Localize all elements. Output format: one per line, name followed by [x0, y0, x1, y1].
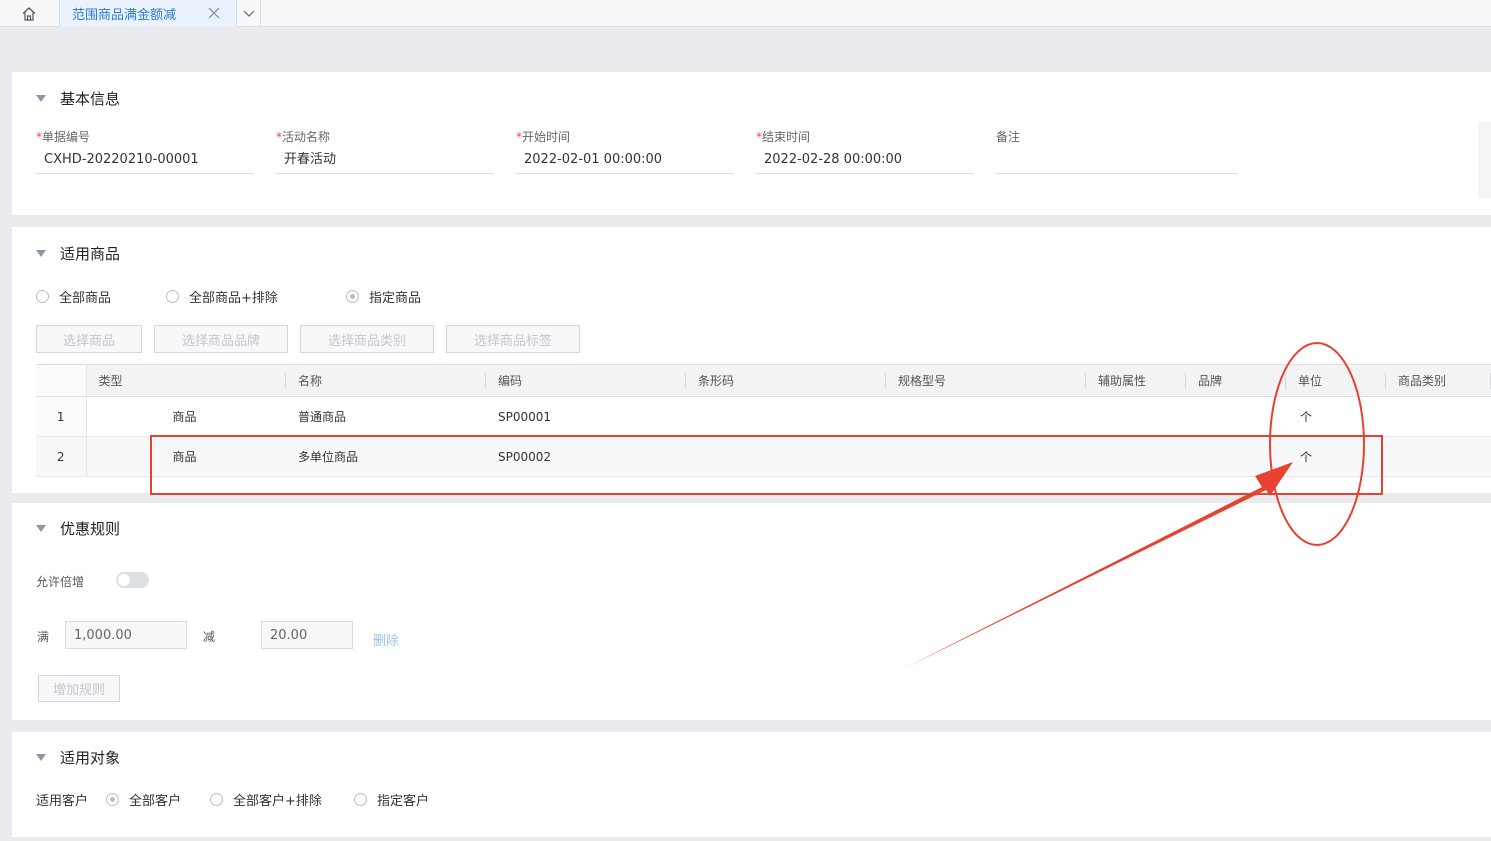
column-header[interactable]: 品牌 [1186, 364, 1286, 397]
radio-circle [166, 290, 179, 303]
collapse-triangle-icon [36, 754, 46, 761]
section-title: 适用对象 [60, 749, 121, 767]
cell-aux [1086, 436, 1186, 477]
cell-type: 商品 [86, 436, 286, 477]
cell-barcode [686, 396, 886, 437]
minus-label: 减 [203, 630, 216, 644]
delete-rule-link[interactable]: 删除 [373, 630, 399, 649]
field-label: 结束时间 [762, 130, 811, 144]
select-goods-button[interactable]: 选择商品 [36, 325, 142, 353]
radio-circle [210, 793, 223, 806]
select-tag-button[interactable]: 选择商品标签 [446, 325, 580, 353]
column-header[interactable]: 条形码 [686, 364, 886, 397]
cell-barcode [686, 436, 886, 477]
field-label: 开始时间 [522, 130, 571, 144]
radio-all-goods[interactable]: 全部商品 [36, 287, 111, 306]
allow-multiple-toggle[interactable] [116, 572, 149, 588]
field-label: 单据编号 [42, 130, 91, 144]
full-label: 满 [37, 630, 50, 644]
home-icon [22, 6, 36, 21]
table-row[interactable]: 1 商品 普通商品 SP00001 个 [36, 396, 1491, 437]
home-tab[interactable] [0, 0, 58, 27]
radio-circle-selected [106, 793, 119, 806]
allow-multiple-label: 允许倍增 [36, 575, 85, 589]
tab-more-button[interactable] [237, 0, 261, 27]
chevron-down-icon [243, 10, 254, 17]
cell-category [1386, 396, 1491, 437]
section-title: 基本信息 [60, 90, 121, 108]
customer-label: 适用客户 [36, 794, 89, 809]
index-header [36, 364, 87, 397]
row-index: 2 [36, 436, 87, 477]
minus-amount-input[interactable]: 20.00 [261, 621, 353, 649]
radio-circle [36, 290, 49, 303]
radio-all-customers-exclude[interactable]: 全部客户+排除 [210, 790, 322, 809]
section-title: 优惠规则 [60, 520, 121, 538]
field-label: 备注 [996, 130, 1021, 144]
cell-code: SP00001 [486, 396, 686, 437]
cell-brand [1186, 436, 1286, 477]
doc-number-field: *单据编号 CXHD-20220210-00001 [36, 128, 254, 174]
section-title: 适用商品 [60, 245, 121, 263]
close-icon[interactable] [208, 7, 220, 19]
discount-rules-card: 优惠规则 允许倍增 满 1,000.00 减 20.00 删除 增加规则 [12, 503, 1491, 720]
cell-brand [1186, 396, 1286, 437]
add-rule-button[interactable]: 增加规则 [38, 675, 120, 702]
tab-bar: 范围商品满金额减 [0, 0, 1491, 27]
remark-field: 备注 [996, 128, 1238, 174]
radio-specified-customers[interactable]: 指定客户 [354, 790, 429, 809]
column-header[interactable]: 编码 [486, 364, 686, 397]
target-header[interactable]: 适用对象 [36, 747, 120, 768]
collapse-triangle-icon [36, 95, 46, 102]
collapse-triangle-icon [36, 250, 46, 257]
start-time-input[interactable]: 2022-02-01 00:00:00 [516, 151, 734, 174]
cell-spec [886, 396, 1086, 437]
full-amount-input[interactable]: 1,000.00 [65, 621, 187, 649]
cell-name: 多单位商品 [286, 436, 486, 477]
radio-all-goods-exclude[interactable]: 全部商品+排除 [166, 287, 278, 306]
column-header[interactable]: 名称 [286, 364, 486, 397]
column-header[interactable]: 商品类别 [1386, 364, 1491, 397]
basic-info-header[interactable]: 基本信息 [36, 88, 120, 109]
tab-range-discount[interactable]: 范围商品满金额减 [59, 0, 237, 27]
cell-name: 普通商品 [286, 396, 486, 437]
table-row[interactable]: 2 商品 多单位商品 SP00002 个 [36, 436, 1491, 477]
row-index: 1 [36, 396, 87, 437]
column-header[interactable]: 辅助属性 [1086, 364, 1186, 397]
radio-circle [354, 793, 367, 806]
cell-code: SP00002 [486, 436, 686, 477]
column-header[interactable]: 规格型号 [886, 364, 1086, 397]
select-brand-button[interactable]: 选择商品品牌 [154, 325, 288, 353]
field-label: 活动名称 [282, 130, 331, 144]
column-header[interactable]: 单位 [1286, 364, 1386, 397]
applicable-target-card: 适用对象 适用客户 全部客户 全部客户+排除 指定客户 [12, 732, 1491, 837]
radio-all-customers[interactable]: 全部客户 [106, 790, 181, 809]
side-panel-edge[interactable] [1478, 122, 1491, 198]
start-time-field: *开始时间 2022-02-01 00:00:00 [516, 128, 734, 174]
end-time-input[interactable]: 2022-02-28 00:00:00 [756, 151, 974, 174]
activity-name-field: *活动名称 开春活动 [276, 128, 494, 174]
basic-info-card: 基本信息 *单据编号 CXHD-20220210-00001 *活动名称 开春活… [12, 72, 1491, 215]
radio-specified-goods[interactable]: 指定商品 [346, 287, 421, 306]
cell-type: 商品 [86, 396, 286, 437]
activity-name-input[interactable]: 开春活动 [276, 151, 494, 174]
table-header-row: 类型 名称 编码 条形码 规格型号 辅助属性 品牌 单位 商品类别 [36, 364, 1491, 397]
cell-aux [1086, 396, 1186, 437]
radio-circle-selected [346, 290, 359, 303]
column-header[interactable]: 类型 [86, 364, 286, 397]
doc-number-input[interactable]: CXHD-20220210-00001 [36, 151, 254, 174]
cell-category [1386, 436, 1491, 477]
cell-unit[interactable]: 个 [1286, 396, 1386, 437]
applicable-goods-card: 适用商品 全部商品 全部商品+排除 指定商品 选择商品 选择商品品牌 选择商品类… [12, 227, 1491, 493]
remark-input[interactable] [996, 151, 1238, 174]
collapse-triangle-icon [36, 525, 46, 532]
select-category-button[interactable]: 选择商品类别 [300, 325, 434, 353]
rules-header[interactable]: 优惠规则 [36, 518, 120, 539]
end-time-field: *结束时间 2022-02-28 00:00:00 [756, 128, 974, 174]
goods-header[interactable]: 适用商品 [36, 243, 120, 264]
goods-table: 类型 名称 编码 条形码 规格型号 辅助属性 品牌 单位 商品类别 1 商品 普… [36, 364, 1491, 477]
tab-label: 范围商品满金额减 [72, 8, 177, 23]
cell-unit[interactable]: 个 [1286, 436, 1386, 477]
cell-spec [886, 436, 1086, 477]
